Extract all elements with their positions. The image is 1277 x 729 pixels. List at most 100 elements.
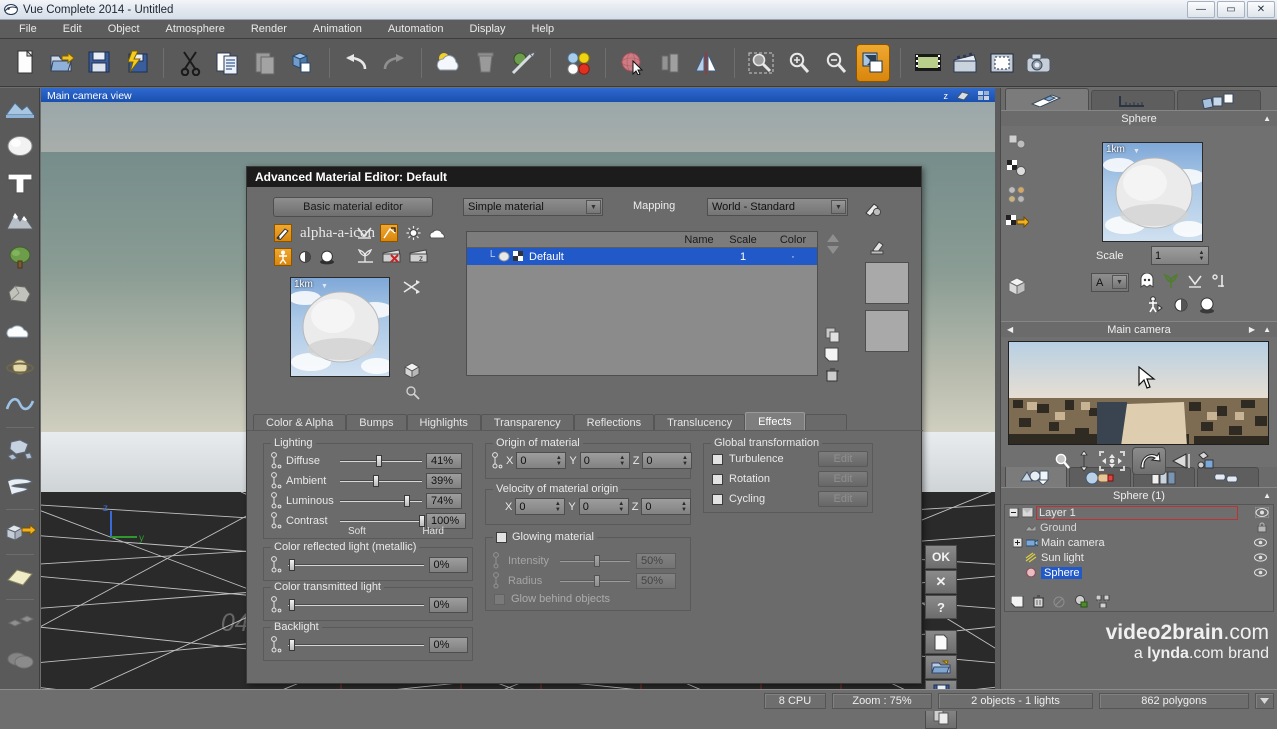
zoom-camera-icon[interactable] xyxy=(1053,452,1071,470)
chevron-down-icon[interactable] xyxy=(1255,692,1274,709)
atmosphere-editor-icon[interactable] xyxy=(432,44,466,82)
sphere-shadow-icon[interactable] xyxy=(319,249,336,265)
color-reflected-value[interactable]: 0% xyxy=(428,556,468,573)
origin-z-input[interactable]: 0 ▲ ▼ xyxy=(642,452,693,469)
tab-reflections[interactable]: Reflections xyxy=(573,414,655,430)
tab-effects[interactable]: Effects xyxy=(745,412,805,430)
menu-atmosphere[interactable]: Atmosphere xyxy=(153,21,238,37)
menu-render[interactable]: Render xyxy=(238,21,300,37)
diffuse-slider[interactable] xyxy=(340,454,422,467)
material-options-icon[interactable] xyxy=(864,199,882,217)
terrain-icon[interactable] xyxy=(2,91,38,127)
mode-combo[interactable]: A ▼ xyxy=(1091,273,1129,292)
scene-row-sphere[interactable]: Sphere xyxy=(1005,565,1273,580)
scale-input[interactable]: 1 ▲ ▼ xyxy=(1151,246,1209,265)
ghost-icon[interactable] xyxy=(1139,273,1155,289)
spinner[interactable]: ▲ ▼ xyxy=(553,453,564,468)
close-button[interactable]: ✕ xyxy=(1247,1,1275,18)
status-zoom[interactable]: Zoom : 75% xyxy=(832,692,932,709)
turbulence-checkbox[interactable] xyxy=(712,453,723,465)
visible-icon[interactable] xyxy=(1254,568,1267,577)
planet-icon[interactable] xyxy=(2,350,38,386)
scale-spinner[interactable]: ▲ ▼ xyxy=(1196,247,1207,264)
color-reflected-slider[interactable] xyxy=(288,558,424,571)
preview-scale-chevron-icon[interactable]: ▼ xyxy=(321,283,328,290)
cycling-edit-button[interactable]: Edit xyxy=(818,491,868,507)
backlight-value[interactable]: 0% xyxy=(428,636,468,653)
light-preview-icon[interactable] xyxy=(405,225,422,241)
undo-icon[interactable] xyxy=(340,44,374,82)
contrast-slider[interactable] xyxy=(340,514,425,527)
material-tab-icon[interactable] xyxy=(1005,88,1089,110)
copy-icon[interactable] xyxy=(211,44,245,82)
rock-icon[interactable] xyxy=(2,276,38,312)
chevron-down-icon[interactable]: ▼ xyxy=(831,200,846,214)
objects-tab-icon[interactable] xyxy=(1177,90,1261,110)
velocity-x-input[interactable]: 0 ▲ ▼ xyxy=(515,498,566,515)
open-file-icon[interactable] xyxy=(45,44,79,82)
scene-row-sun[interactable]: Sun light xyxy=(1005,550,1273,565)
rotation-edit-button[interactable]: Edit xyxy=(818,471,868,487)
material-type-combo[interactable]: Simple material ▼ xyxy=(463,198,603,216)
delete-layer-icon[interactable] xyxy=(825,367,840,382)
zoom-out-icon[interactable] xyxy=(819,44,853,82)
locked-icon[interactable] xyxy=(1257,522,1267,533)
new-layer-icon[interactable] xyxy=(824,347,840,362)
backlight-slider[interactable] xyxy=(288,638,424,651)
display-options-icon[interactable] xyxy=(856,43,890,82)
terrain-edit-icon[interactable] xyxy=(1006,132,1028,150)
expand-plus-icon[interactable] xyxy=(1013,537,1023,548)
material-slot-1[interactable] xyxy=(865,262,909,304)
turbulence-edit-button[interactable]: Edit xyxy=(818,451,868,467)
rotation-checkbox[interactable] xyxy=(712,473,723,485)
camera-settings-icon[interactable] xyxy=(1196,451,1216,471)
menu-animation[interactable]: Animation xyxy=(300,21,375,37)
chevron-down-icon[interactable]: ▼ xyxy=(586,200,601,214)
luminous-value[interactable]: 74% xyxy=(426,492,462,509)
material-editor-icon[interactable] xyxy=(506,44,540,82)
cancel-button[interactable]: ✕ xyxy=(925,570,957,594)
rotate-camera-icon[interactable] xyxy=(1132,447,1166,475)
sphere-shadow-icon[interactable] xyxy=(1199,296,1215,314)
redo-icon[interactable] xyxy=(377,44,411,82)
reflection-preview-icon[interactable] xyxy=(380,224,398,242)
new-layer-icon[interactable] xyxy=(1011,595,1024,608)
scene-row-ground[interactable]: Ground xyxy=(1005,520,1273,535)
tab-overflow[interactable] xyxy=(804,414,847,430)
move-camera-icon[interactable] xyxy=(1097,449,1127,473)
select-sphere-icon[interactable] xyxy=(616,44,650,82)
spinner[interactable]: ▲ ▼ xyxy=(679,453,690,468)
plane-icon[interactable] xyxy=(2,559,38,595)
paste-icon[interactable] xyxy=(248,44,282,82)
chevron-down-icon[interactable]: ▼ xyxy=(1112,275,1127,289)
animation-key-icon[interactable] xyxy=(270,472,282,489)
spinner[interactable]: ▲ ▼ xyxy=(552,499,563,514)
fov-icon[interactable] xyxy=(1171,452,1191,470)
measure-tab-icon[interactable] xyxy=(1091,90,1175,110)
cloud-icon[interactable] xyxy=(2,313,38,349)
material-apply-icon[interactable] xyxy=(1005,213,1029,231)
cube-icon[interactable] xyxy=(1006,276,1028,296)
animation-key-icon[interactable] xyxy=(270,596,282,613)
animation-key-icon[interactable] xyxy=(270,452,282,469)
ellipsoid-icon[interactable] xyxy=(2,641,38,677)
paint-brush-icon[interactable] xyxy=(274,224,292,242)
next-camera-icon[interactable]: ▶ xyxy=(1249,325,1255,334)
scene-row-camera[interactable]: Main camera xyxy=(1005,535,1273,550)
render-preview-icon[interactable] xyxy=(911,44,945,82)
render-animation-icon[interactable] xyxy=(948,44,982,82)
velocity-z-input[interactable]: 0 ▲ ▼ xyxy=(641,498,692,515)
material-slot-2[interactable] xyxy=(865,310,909,352)
new-file-icon[interactable] xyxy=(8,44,42,82)
visible-icon[interactable] xyxy=(1254,553,1267,562)
boolean-icon[interactable] xyxy=(2,604,38,640)
mirror-icon[interactable] xyxy=(690,44,724,82)
text-icon[interactable] xyxy=(2,165,38,201)
delete-icon[interactable] xyxy=(1032,595,1045,608)
material-preview-icon[interactable] xyxy=(1006,186,1028,204)
scroll-down-icon[interactable] xyxy=(826,245,840,255)
preview-scale-chevron-icon[interactable]: ▼ xyxy=(1133,148,1140,155)
spinner[interactable]: ▲ ▼ xyxy=(678,499,689,514)
figure-icon[interactable] xyxy=(1147,296,1163,314)
zoom-in-icon[interactable] xyxy=(782,44,816,82)
